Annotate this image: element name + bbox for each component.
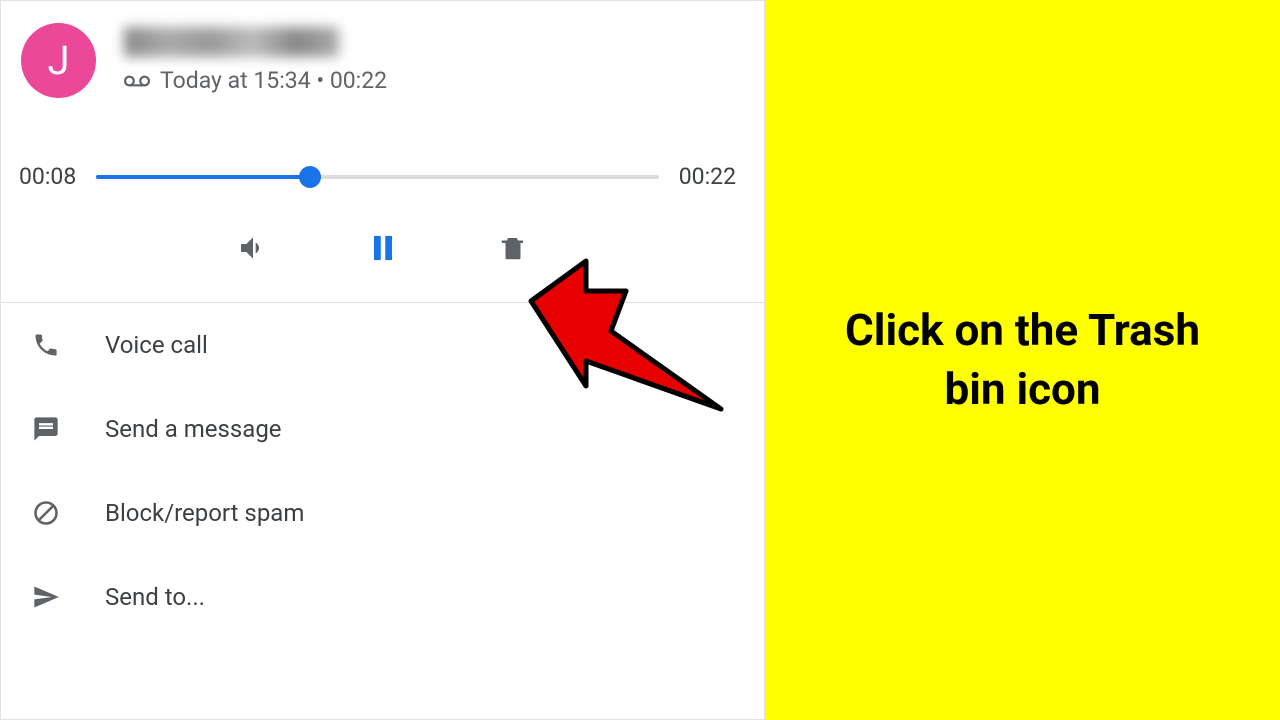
header-info: Today at 15:34 • 00:22 [124, 23, 387, 94]
speaker-button[interactable] [233, 228, 273, 268]
avatar[interactable]: J [21, 23, 96, 98]
playback-controls [1, 190, 764, 303]
menu-voice-call[interactable]: Voice call [1, 303, 764, 387]
slider-thumb[interactable] [299, 166, 321, 188]
menu-block-report[interactable]: Block/report spam [1, 471, 764, 555]
menu-label: Block/report spam [105, 499, 304, 527]
menu-label: Send a message [105, 415, 282, 443]
block-icon [29, 499, 63, 527]
menu-label: Voice call [105, 331, 208, 359]
playback-slider-row: 00:08 00:22 [1, 108, 764, 190]
slider-fill [96, 175, 310, 179]
current-time: 00:08 [19, 163, 76, 190]
contact-name [124, 27, 339, 57]
menu-label: Send to... [105, 583, 205, 611]
menu-send-message[interactable]: Send a message [1, 387, 764, 471]
delete-button[interactable] [493, 228, 533, 268]
timestamp-text: Today at 15:34 • 00:22 [160, 67, 387, 94]
playback-slider[interactable] [96, 175, 658, 179]
total-time: 00:22 [679, 163, 736, 190]
menu-send-to[interactable]: Send to... [1, 555, 764, 639]
header: J Today at 15:34 • 00:22 [1, 1, 764, 108]
pause-icon [365, 230, 401, 266]
instruction-panel: Click on the Trash bin icon [765, 0, 1280, 720]
phone-icon [29, 331, 63, 359]
voicemail-meta: Today at 15:34 • 00:22 [124, 67, 387, 94]
instruction-text: Click on the Trash bin icon [825, 301, 1220, 420]
send-icon [29, 583, 63, 611]
trash-icon [498, 233, 528, 263]
pause-button[interactable] [363, 228, 403, 268]
voicemail-panel: J Today at 15:34 • 00:22 00:08 00:22 [0, 0, 765, 720]
message-icon [29, 415, 63, 443]
voicemail-icon [124, 74, 150, 88]
speaker-icon [237, 232, 269, 264]
